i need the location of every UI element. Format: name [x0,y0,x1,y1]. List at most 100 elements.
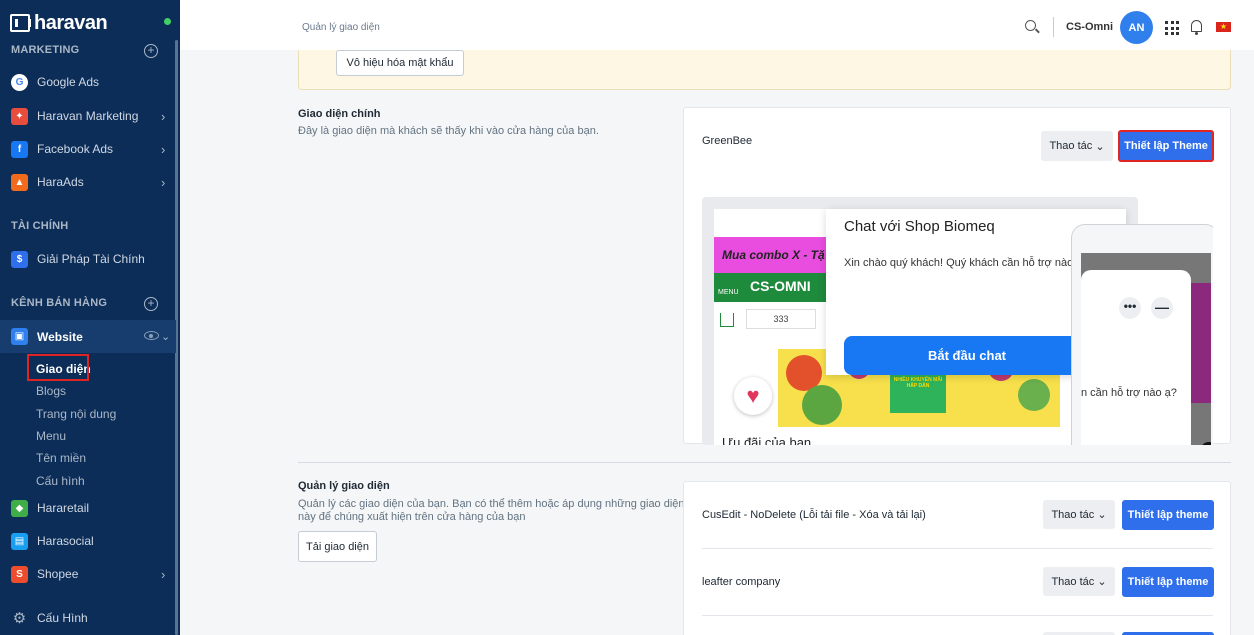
sidebar-item-label: HaraAds [37,175,84,189]
theme-name: CusEdit - NoDelete (Lỗi tải file - Xóa v… [702,509,926,521]
chevron-down-icon[interactable]: ⌄ [161,330,170,343]
section-marketing: MARKETING [11,44,80,56]
sidebar-item-label: Google Ads [37,75,100,89]
preview-promo: Mua combo X - Tặ [714,237,834,273]
website-icon: ▣ [11,328,28,345]
sidebar-sub-menu[interactable]: Menu [36,429,66,443]
setup-theme-button[interactable]: Thiết lập theme [1122,567,1214,597]
main-theme-card: GreenBee Thao tác ⌄ Thiết lập Theme Mua … [683,107,1231,445]
main-theme-description: Đây là giao diện mà khách sẽ thấy khi và… [298,125,599,137]
sidebar-item-finance-solution[interactable]: $ Giải Pháp Tài Chính [0,246,176,272]
haravan-logo[interactable]: haravan [10,11,108,34]
phone-screen: ••• — n cần hỗ trợ nào ạ? ✕ [1081,253,1211,445]
sidebar-item-label: Hararetail [37,501,90,515]
sidebar-item-label: Website [37,329,83,344]
section-finance: TÀI CHÍNH [11,220,69,232]
section-channels: KÊNH BÁN HÀNG [11,297,108,309]
sidebar-item-hararetail[interactable]: ◆ Hararetail [0,495,176,521]
main-theme-title: Giao diện chính [298,108,381,120]
store-name[interactable]: CS-Omni [1066,21,1113,33]
heart-icon: ♥ [734,377,772,415]
current-theme-name: GreenBee [702,135,753,147]
gear-icon: ⚙ [12,610,27,627]
haravan-marketing-icon: ✦ [11,107,28,125]
theme-actions-button[interactable]: Thao tác ⌄ [1041,131,1113,161]
preview-banner-label: NHIỀU KHUYẾN MÃI HẤP DẪN [890,371,946,413]
row-divider [702,548,1213,549]
sidebar-sub-pages[interactable]: Trang nội dung [36,407,116,421]
preview-brand-bar: CS-OMNI [714,273,834,302]
chat-title: Chat với Shop Biomeq [844,218,995,235]
bell-icon[interactable] [1191,20,1202,35]
row-divider [702,615,1213,616]
preview-phone: ••• — n cần hỗ trợ nào ạ? ✕ [1071,224,1213,445]
theme-actions-button[interactable]: Thao tác ⌄ [1043,500,1115,529]
theme-actions-button[interactable]: Thao tác ⌄ [1043,567,1115,596]
preview-deals-heading: Ưu đãi của bạn [722,435,812,445]
hararetail-icon: ◆ [11,499,28,517]
finance-icon: $ [11,250,28,268]
manage-themes-title: Quản lý giao diện [298,480,390,492]
chevron-right-icon: › [161,566,166,582]
theme-name: leafter company [702,576,781,588]
chevron-right-icon: › [161,141,166,157]
avatar[interactable]: AN [1120,11,1153,44]
sidebar-item-shopee[interactable]: S Shopee › [0,561,176,587]
sidebar-item-label: Giải Pháp Tài Chính [37,252,145,266]
actions-label: Thao tác [1051,508,1095,521]
password-notice: Vô hiệu hóa mật khẩu [298,50,1231,90]
sidebar-item-facebook-ads[interactable]: f Facebook Ads › [0,136,176,162]
shopee-icon: S [11,565,28,583]
sidebar-item-haravan-marketing[interactable]: ✦ Haravan Marketing › [0,103,176,129]
preview-counter: 333 [746,309,816,329]
sidebar-item-label: Harasocial [37,534,94,548]
eye-icon[interactable] [144,331,159,340]
apps-grid-icon[interactable] [1165,21,1179,35]
section-divider [298,462,1231,463]
more-icon: ••• [1119,297,1141,319]
logo-text: haravan [34,11,108,34]
chevron-down-icon: ⌄ [1095,140,1105,153]
chevron-down-icon: ⌄ [1097,509,1107,521]
top-header: Quản lý giao diện CS-Omni AN ★ [180,0,1254,50]
setup-theme-button[interactable]: Thiết lập Theme [1118,130,1214,162]
add-marketing-icon[interactable]: + [144,44,158,58]
sidebar: haravan MARKETING + G Google Ads ✦ Harav… [0,0,180,635]
online-status-dot [164,18,171,25]
search-icon[interactable] [1025,20,1036,31]
sidebar-item-harasocial[interactable]: ▤ Harasocial [0,528,176,554]
facebook-icon: f [11,140,28,158]
chevron-right-icon: › [161,174,166,190]
sidebar-item-config[interactable]: ⚙ Cấu Hình [0,605,176,631]
setup-theme-button[interactable]: Thiết lập theme [1122,500,1214,530]
disable-password-button[interactable]: Vô hiệu hóa mật khẩu [336,50,464,76]
manage-themes-description-1: Quản lý các giao diện của bạn. Bạn có th… [298,498,685,510]
sidebar-sub-settings[interactable]: Cấu hình [36,474,85,488]
upload-theme-button[interactable]: Tải giao diện [298,531,377,562]
vegetable-image [1018,379,1050,411]
sidebar-sub-blogs[interactable]: Blogs [36,384,66,398]
sidebar-item-label: Haravan Marketing [37,109,139,123]
sidebar-item-google-ads[interactable]: G Google Ads [0,69,176,95]
sidebar-sub-domains[interactable]: Tên miền [36,451,86,465]
chat-start-button: Bắt đầu chat [844,336,1090,375]
haravan-logo-icon [10,14,31,32]
actions-label: Thao tác [1049,140,1093,152]
chat-welcome: Xin chào quý khách! Quý khách cần hỗ trợ… [844,257,1074,269]
actions-label: Thao tác [1051,575,1095,588]
sidebar-item-haraads[interactable]: ▲ HaraAds › [0,169,176,195]
chevron-down-icon: ⌄ [1097,576,1107,588]
sidebar-item-label: Facebook Ads [37,142,114,156]
add-channel-icon[interactable]: + [144,297,158,311]
minimize-icon: — [1151,297,1173,319]
haraads-icon: ▲ [11,173,28,191]
theme-list-card: CusEdit - NoDelete (Lỗi tải file - Xóa v… [683,481,1231,635]
manage-themes-description-2: này để chúng xuất hiện trên cửa hàng của… [298,511,526,523]
theme-preview: Mua combo X - Tặ CS-OMNI MENU 333 NHIỀU … [702,197,1213,445]
vegetable-image [802,385,842,425]
main-content: Vô hiệu hóa mật khẩu Giao diện chính Đây… [180,50,1254,635]
google-icon: G [11,73,28,91]
header-divider [1053,17,1054,37]
vietnam-flag-icon[interactable]: ★ [1216,22,1231,32]
preview-menu-label: MENU [718,289,739,296]
